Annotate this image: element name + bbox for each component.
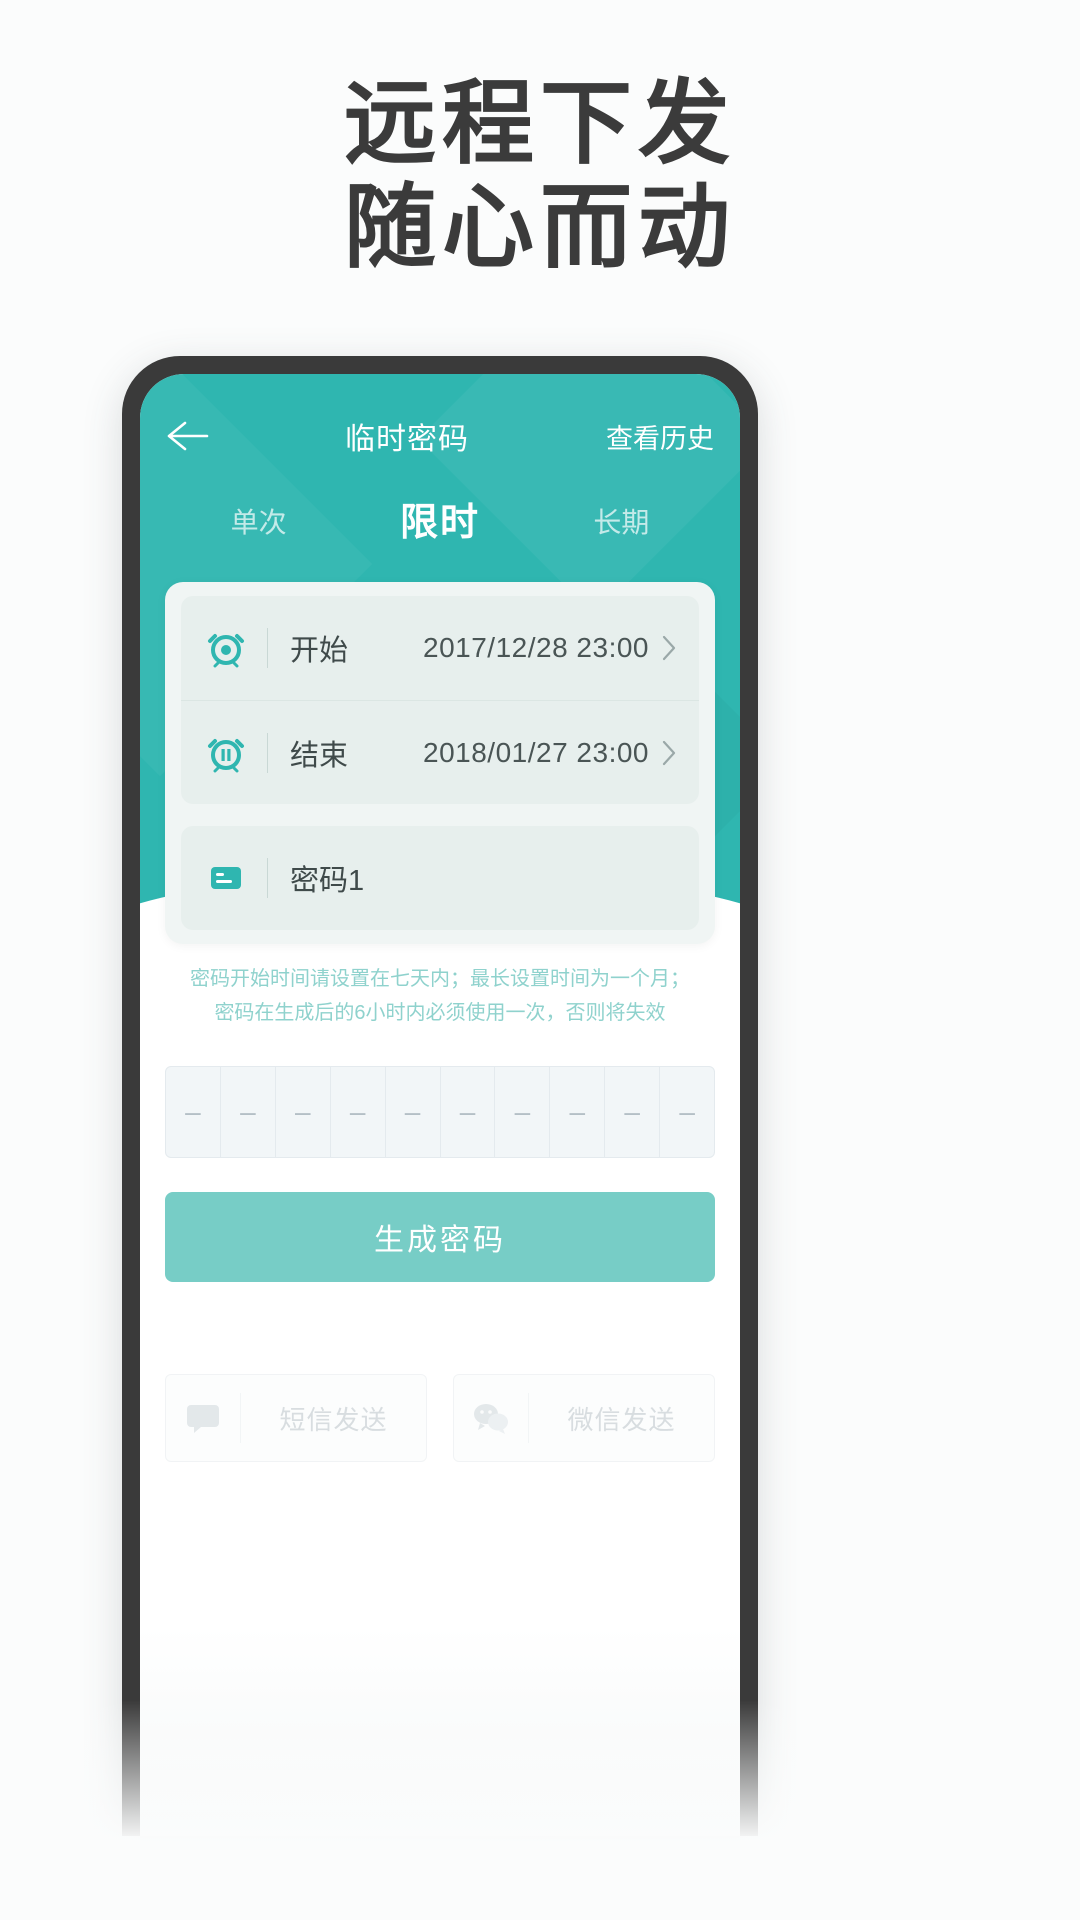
password-name-row[interactable]: 密码1 (181, 826, 699, 930)
row-divider (267, 732, 268, 773)
phone-mockup: 临时密码 查看历史 单次 限时 长期 开始 2017/12/28 23:00 结… (122, 356, 758, 1836)
code-cell: – (331, 1067, 386, 1157)
tab-permanent[interactable]: 长期 (531, 486, 712, 560)
row-divider (267, 628, 268, 668)
code-cell: – (441, 1067, 496, 1157)
end-value: 2018/01/27 23:00 (423, 736, 649, 768)
code-cell: – (679, 1096, 695, 1127)
password-form-card: 开始 2017/12/28 23:00 结束 2018/01/27 23:00 … (165, 582, 715, 944)
send-sms-label: 短信发送 (279, 1404, 388, 1435)
sms-icon (166, 1401, 240, 1435)
navigation-bar: 临时密码 查看历史 (140, 400, 740, 472)
send-wechat-button[interactable]: 微信发送 (453, 1374, 715, 1462)
code-cell: – (386, 1067, 441, 1157)
chevron-right-icon (661, 739, 677, 767)
card-icon (203, 855, 249, 901)
start-value: 2017/12/28 23:00 (423, 632, 649, 663)
screen-bottom-fade (140, 1626, 740, 1836)
hint-line-1: 密码开始时间请设置在七天内；最长设置时间为一个月； (190, 968, 690, 990)
tab-timed[interactable]: 限时 (349, 486, 530, 560)
code-cell: – (221, 1067, 276, 1157)
alarm-clock-end-icon (203, 730, 249, 776)
headline-line-1: 远程下发 (343, 70, 736, 177)
code-cell: – (550, 1067, 606, 1157)
password-code-display: – – – – – – – – – – (165, 1066, 715, 1158)
code-cell: – (495, 1067, 551, 1157)
send-sms-button[interactable]: 短信发送 (165, 1374, 427, 1462)
time-row-group: 开始 2017/12/28 23:00 结束 2018/01/27 23:00 (181, 596, 699, 804)
share-button-row: 短信发送 微信发送 (165, 1374, 715, 1462)
tab-bar: 单次 限时 长期 (140, 486, 740, 560)
start-time-row[interactable]: 开始 2017/12/28 23:00 (181, 596, 699, 700)
generate-password-button[interactable]: 生成密码 (165, 1192, 715, 1282)
start-label: 开始 (290, 635, 349, 667)
password-name-label: 密码1 (290, 865, 365, 897)
arrow-left-icon (166, 419, 210, 453)
alarm-clock-icon (203, 625, 249, 671)
phone-screen: 临时密码 查看历史 单次 限时 长期 开始 2017/12/28 23:00 结… (140, 374, 740, 1836)
password-name-group: 密码1 (181, 826, 699, 930)
end-label: 结束 (290, 739, 349, 772)
headline-line-2: 随心而动 (343, 174, 736, 281)
promo-headline: 远程下发 随心而动 (0, 72, 1080, 280)
row-divider (267, 858, 268, 898)
end-time-row[interactable]: 结束 2018/01/27 23:00 (181, 700, 699, 804)
code-cell: – (276, 1067, 331, 1157)
code-cell: – (166, 1067, 221, 1157)
hint-text: 密码开始时间请设置在七天内；最长设置时间为一个月； 密码在生成后的6小时内必须使… (140, 962, 740, 1030)
hint-line-2: 密码在生成后的6小时内必须使用一次，否则将失效 (214, 1002, 666, 1024)
phone-reflection (240, 1826, 840, 1920)
view-history-button[interactable]: 查看历史 (606, 417, 714, 456)
wechat-icon (454, 1401, 528, 1435)
tab-single[interactable]: 单次 (168, 486, 349, 560)
code-cell: – (605, 1067, 661, 1157)
send-wechat-label: 微信发送 (567, 1404, 676, 1435)
chevron-right-icon (661, 634, 677, 662)
page-title: 临时密码 (345, 423, 469, 456)
